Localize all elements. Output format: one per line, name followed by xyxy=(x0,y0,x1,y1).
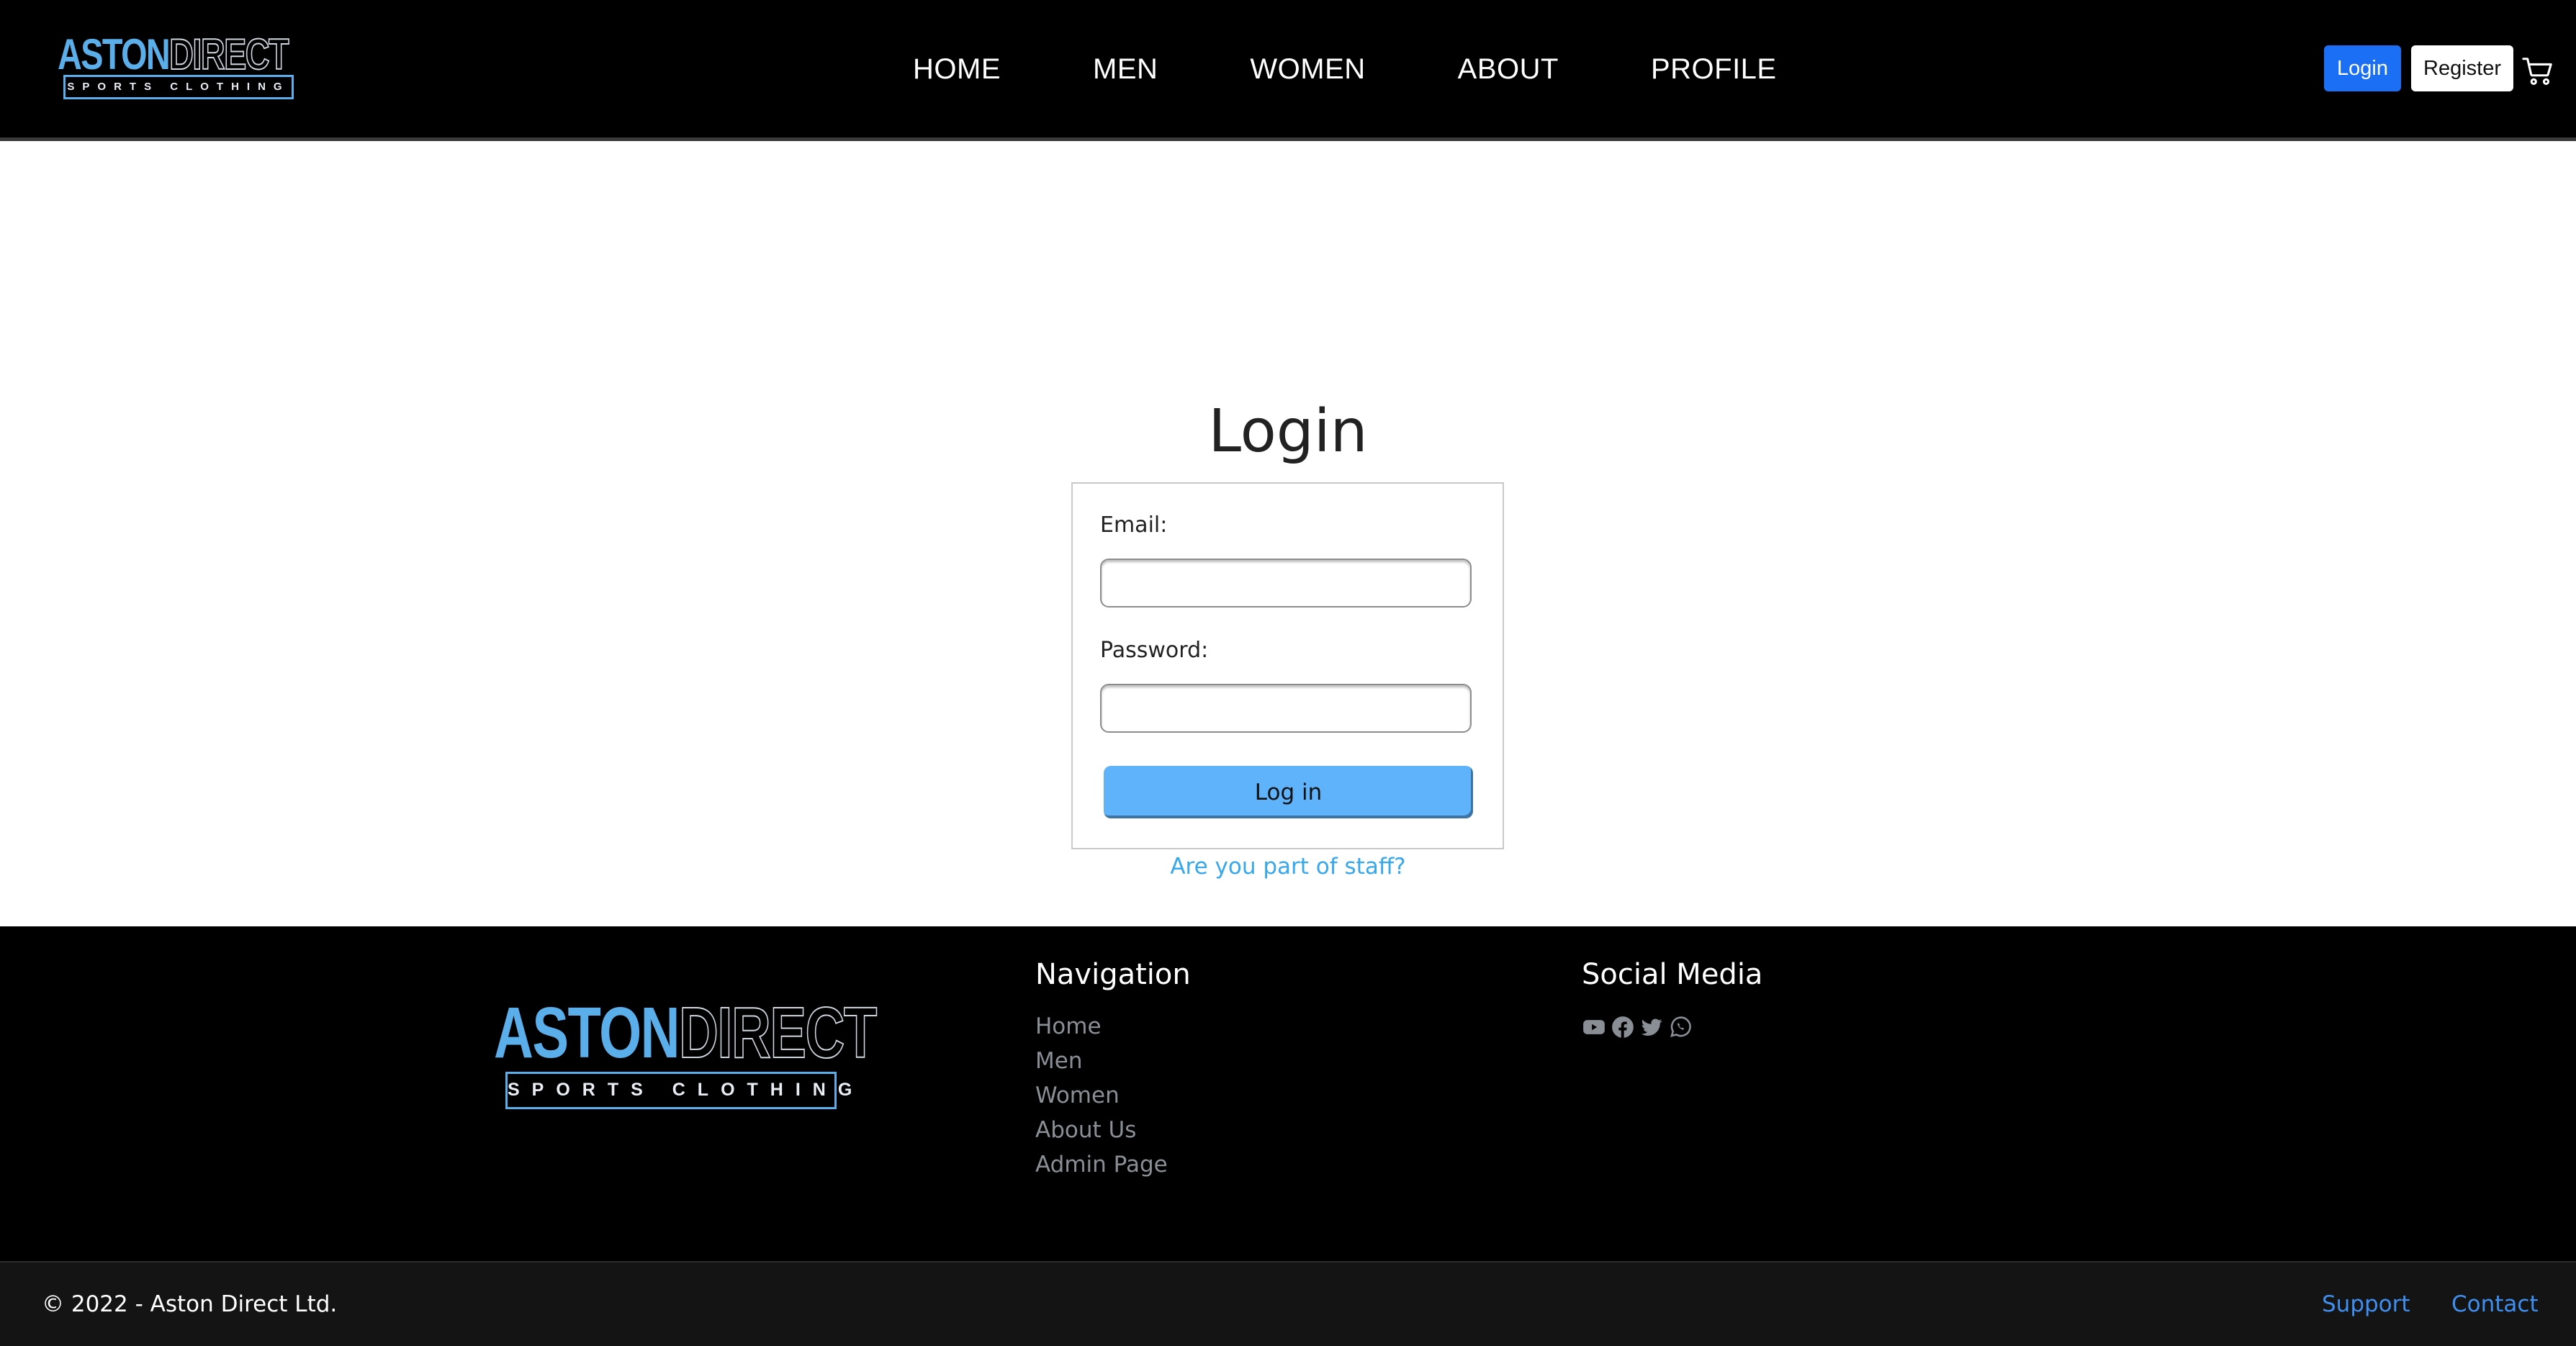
footer-logo-text-direct: DIRECT xyxy=(678,993,878,1073)
login-submit-button[interactable]: Log in xyxy=(1104,766,1473,818)
footer-link-women[interactable]: Women xyxy=(1035,1083,1120,1108)
logo-tagline: SPORTS CLOTHING xyxy=(63,75,294,99)
nav-profile[interactable]: PROFILE xyxy=(1651,48,1777,91)
footer-logo[interactable]: ASTONDIRECT SPORTS CLOTHING xyxy=(494,996,878,1112)
footer-logo-tagline: SPORTS CLOTHING xyxy=(505,1072,852,1109)
footer-logo-text-aston: ASTON xyxy=(494,993,680,1073)
footer-logo-wordmark: ASTONDIRECT xyxy=(494,996,878,1070)
social-icons xyxy=(1582,1015,1693,1039)
facebook-icon[interactable] xyxy=(1611,1015,1635,1039)
header-login-button[interactable]: Login xyxy=(2324,45,2401,91)
whatsapp-icon[interactable] xyxy=(1668,1015,1693,1039)
site-header: ASTONDIRECT SPORTS CLOTHING HOME MEN WOM… xyxy=(0,0,2576,141)
footer-nav-list: Home Men Women About Us Admin Page xyxy=(1035,1009,1168,1182)
cart-icon[interactable] xyxy=(2521,55,2554,88)
brand-logo[interactable]: ASTONDIRECT SPORTS CLOTHING xyxy=(58,30,302,105)
footer-nav-item: Home xyxy=(1035,1009,1168,1044)
contact-link[interactable]: Contact xyxy=(2451,1287,2539,1322)
footer-nav-item: Women xyxy=(1035,1078,1168,1113)
nav-women[interactable]: WOMEN xyxy=(1250,48,1365,91)
logo-text-aston: ASTON xyxy=(58,30,171,78)
password-label: Password: xyxy=(1100,638,1209,663)
header-register-button[interactable]: Register xyxy=(2411,45,2513,91)
main-nav: HOME MEN WOMEN ABOUT PROFILE xyxy=(913,48,1777,91)
footer-nav-item: About Us xyxy=(1035,1113,1168,1147)
footer-nav-item: Men xyxy=(1035,1044,1168,1078)
footer-link-home[interactable]: Home xyxy=(1035,1013,1102,1039)
page: ASTONDIRECT SPORTS CLOTHING HOME MEN WOM… xyxy=(0,0,2576,1346)
nav-home[interactable]: HOME xyxy=(913,48,1001,91)
footer-link-about-us[interactable]: About Us xyxy=(1035,1117,1136,1143)
staff-login-link[interactable]: Are you part of staff? xyxy=(1072,849,1504,884)
password-field[interactable] xyxy=(1100,684,1472,733)
twitter-icon[interactable] xyxy=(1639,1015,1664,1039)
site-footer: ASTONDIRECT SPORTS CLOTHING Navigation H… xyxy=(0,926,2576,1261)
nav-about[interactable]: ABOUT xyxy=(1458,48,1559,91)
email-label: Email: xyxy=(1100,512,1168,538)
footer-link-admin-page[interactable]: Admin Page xyxy=(1035,1152,1168,1178)
footer-link-men[interactable]: Men xyxy=(1035,1048,1082,1074)
nav-men[interactable]: MEN xyxy=(1093,48,1158,91)
support-link[interactable]: Support xyxy=(2322,1287,2410,1322)
footer-nav-item: Admin Page xyxy=(1035,1147,1168,1182)
logo-wordmark: ASTONDIRECT xyxy=(58,30,289,78)
copyright-text: © 2022 - Aston Direct Ltd. xyxy=(42,1291,338,1317)
youtube-icon[interactable] xyxy=(1582,1015,1606,1039)
footer-bottom-bar: © 2022 - Aston Direct Ltd. Support Conta… xyxy=(0,1261,2576,1346)
email-field[interactable] xyxy=(1100,559,1472,607)
footer-nav-title: Navigation xyxy=(1035,958,1191,991)
login-form: Email: Password: Log in xyxy=(1071,482,1504,849)
logo-text-direct: DIRECT xyxy=(168,30,289,78)
footer-social-title: Social Media xyxy=(1582,958,1763,991)
page-title: Login xyxy=(1208,397,1368,466)
